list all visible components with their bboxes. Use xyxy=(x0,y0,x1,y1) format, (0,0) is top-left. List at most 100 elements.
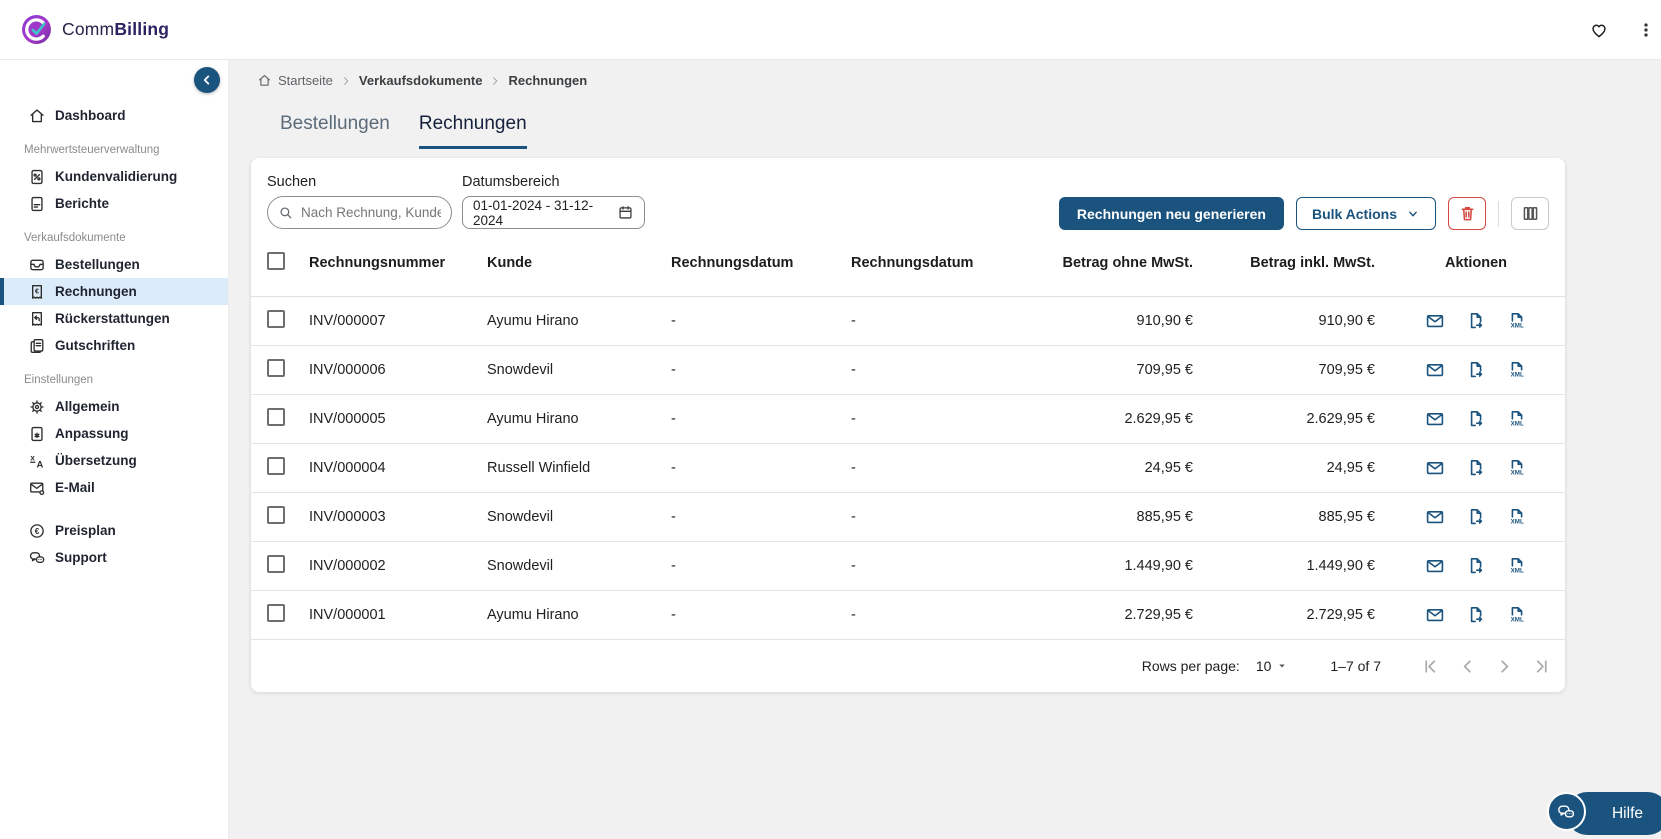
xml-file-button[interactable]: XML xyxy=(1507,360,1527,380)
gear-icon xyxy=(28,398,46,416)
sidebar-item-allgemein[interactable]: Allgemein xyxy=(0,393,228,420)
sidebar-collapse-button[interactable] xyxy=(194,67,220,93)
rows-per-page-select[interactable]: 10 xyxy=(1256,658,1289,674)
gross-amount-cell: 910,90 € xyxy=(1318,313,1375,329)
tab-bestellungen[interactable]: Bestellungen xyxy=(280,113,390,149)
first-page-button[interactable] xyxy=(1421,657,1440,676)
send-mail-button[interactable] xyxy=(1425,409,1445,429)
sidebar-item-uebersetzung[interactable]: xA Übersetzung xyxy=(0,447,228,474)
net-amount-cell: 2.629,95 € xyxy=(1124,411,1193,427)
favorites-button[interactable] xyxy=(1587,18,1611,42)
customize-icon xyxy=(28,425,46,443)
refund-receipt-icon xyxy=(28,310,46,328)
row-checkbox[interactable] xyxy=(267,555,285,573)
columns-icon xyxy=(1521,204,1540,223)
invoice-date2-cell: - xyxy=(851,607,856,623)
brand-logo[interactable]: CommBilling xyxy=(0,14,169,45)
export-file-button[interactable] xyxy=(1466,556,1486,576)
email-gear-icon xyxy=(28,479,46,497)
help-button[interactable]: Hilfe xyxy=(1546,792,1661,835)
bulk-actions-button[interactable]: Bulk Actions xyxy=(1295,197,1436,230)
xml-file-button[interactable]: XML xyxy=(1507,409,1527,429)
row-checkbox[interactable] xyxy=(267,457,285,475)
row-checkbox[interactable] xyxy=(267,310,285,328)
overflow-menu-button[interactable] xyxy=(1635,18,1657,42)
svg-text:XML: XML xyxy=(1511,372,1524,379)
export-file-icon xyxy=(1466,360,1486,380)
header-kunde: Kunde xyxy=(487,255,533,271)
export-file-button[interactable] xyxy=(1466,507,1486,527)
svg-text:XML: XML xyxy=(1511,421,1524,428)
chevron-right-icon xyxy=(1495,657,1514,676)
export-file-button[interactable] xyxy=(1466,409,1486,429)
chevron-right-icon xyxy=(340,75,352,87)
sidebar-item-rueckerstattungen[interactable]: Rückerstattungen xyxy=(0,305,228,332)
breadcrumb-rechnungen[interactable]: Rechnungen xyxy=(508,73,587,88)
chevron-left-icon xyxy=(198,71,216,89)
delete-button[interactable] xyxy=(1448,197,1486,230)
select-all-checkbox[interactable] xyxy=(267,252,285,270)
svg-text:XML: XML xyxy=(1511,470,1524,477)
previous-page-button[interactable] xyxy=(1458,657,1477,676)
table-header-row: Rechnungsnummer Kunde Rechnungsdatum Rec… xyxy=(251,230,1565,297)
xml-file-button[interactable]: XML xyxy=(1507,507,1527,527)
export-file-button[interactable] xyxy=(1466,605,1486,625)
svg-text:XML: XML xyxy=(1511,617,1524,624)
customer-cell: Ayumu Hirano xyxy=(487,313,579,329)
export-file-button[interactable] xyxy=(1466,360,1486,380)
tab-rechnungen[interactable]: Rechnungen xyxy=(418,113,527,149)
send-mail-icon xyxy=(1425,507,1445,527)
date-range-input[interactable]: 01-01-2024 - 31-12-2024 xyxy=(462,196,645,229)
sidebar-section-sales: Verkaufsdokumente xyxy=(24,232,126,244)
breadcrumb-home[interactable]: Startseite xyxy=(257,73,333,88)
send-mail-button[interactable] xyxy=(1425,605,1445,625)
xml-file-icon: XML xyxy=(1507,360,1527,380)
search-input[interactable] xyxy=(301,205,441,220)
sidebar-item-support[interactable]: Support xyxy=(0,544,228,571)
send-mail-button[interactable] xyxy=(1425,458,1445,478)
row-checkbox[interactable] xyxy=(267,408,285,426)
sidebar-item-rechnungen[interactable]: € Rechnungen xyxy=(0,278,228,305)
row-checkbox[interactable] xyxy=(267,506,285,524)
rows-per-page-label: Rows per page: xyxy=(1141,658,1240,674)
table-row: INV/000007 Ayumu Hirano - - 910,90 € 910… xyxy=(251,297,1565,346)
invoice-date-cell: - xyxy=(671,558,676,574)
last-page-button[interactable] xyxy=(1532,657,1551,676)
next-page-button[interactable] xyxy=(1495,657,1514,676)
row-actions: XML xyxy=(1375,409,1549,429)
invoice-date2-cell: - xyxy=(851,411,856,427)
sidebar-item-kundenvalidierung[interactable]: Kundenvalidierung xyxy=(0,163,228,190)
search-label: Suchen xyxy=(267,174,317,190)
customer-cell: Snowdevil xyxy=(487,362,554,378)
row-checkbox[interactable] xyxy=(267,604,285,622)
sidebar-item-email[interactable]: E-Mail xyxy=(0,474,228,501)
sidebar: Dashboard Mehrwertsteuerverwaltung Kunde… xyxy=(0,60,229,839)
send-mail-button[interactable] xyxy=(1425,507,1445,527)
regenerate-invoices-button[interactable]: Rechnungen neu generieren xyxy=(1058,197,1284,230)
sidebar-item-preisplan[interactable]: € Preisplan xyxy=(0,517,228,544)
net-amount-cell: 910,90 € xyxy=(1136,313,1193,329)
send-mail-button[interactable] xyxy=(1425,360,1445,380)
net-amount-cell: 2.729,95 € xyxy=(1124,607,1193,623)
search-box xyxy=(267,196,452,229)
send-mail-button[interactable] xyxy=(1425,311,1445,331)
columns-settings-button[interactable] xyxy=(1511,197,1549,230)
sidebar-item-berichte[interactable]: Berichte xyxy=(0,190,228,217)
export-file-button[interactable] xyxy=(1466,458,1486,478)
svg-text:XML: XML xyxy=(1511,568,1524,575)
breadcrumb-verkaufsdokumente[interactable]: Verkaufsdokumente xyxy=(359,73,483,88)
xml-file-button[interactable]: XML xyxy=(1507,605,1527,625)
xml-file-button[interactable]: XML xyxy=(1507,556,1527,576)
tab-bar: Bestellungen Rechnungen xyxy=(251,113,1661,149)
sidebar-item-dashboard[interactable]: Dashboard xyxy=(0,102,228,129)
xml-file-button[interactable]: XML xyxy=(1507,458,1527,478)
row-checkbox[interactable] xyxy=(267,359,285,377)
xml-file-button[interactable]: XML xyxy=(1507,311,1527,331)
invoices-card: Suchen Datumsbereich 01-01-2024 - 31-12-… xyxy=(251,158,1565,692)
send-mail-button[interactable] xyxy=(1425,556,1445,576)
sidebar-item-gutschriften[interactable]: Gutschriften xyxy=(0,332,228,359)
sidebar-item-bestellungen[interactable]: Bestellungen xyxy=(0,251,228,278)
sidebar-item-anpassung[interactable]: Anpassung xyxy=(0,420,228,447)
export-file-icon xyxy=(1466,311,1486,331)
export-file-button[interactable] xyxy=(1466,311,1486,331)
